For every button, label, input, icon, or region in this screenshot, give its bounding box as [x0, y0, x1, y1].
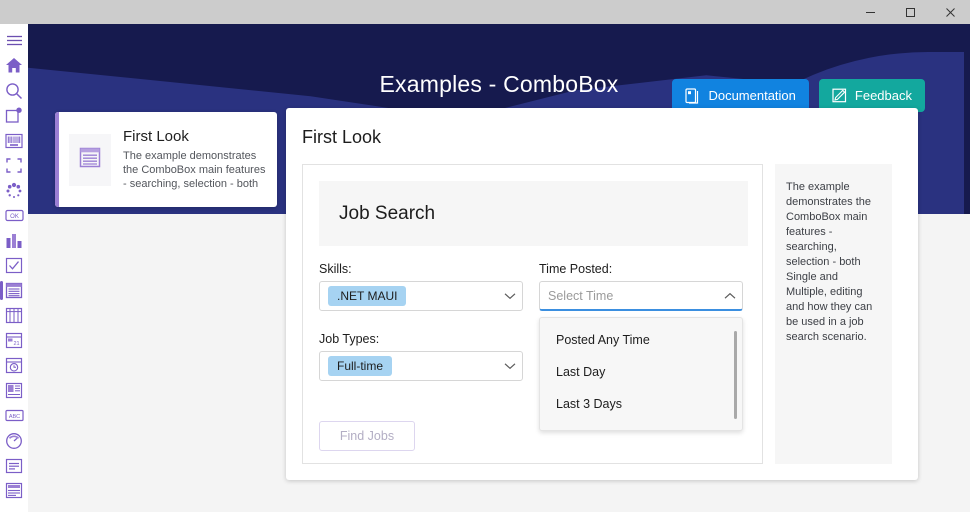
- time-posted-dropdown-popup[interactable]: Posted Any Time Last Day Last 3 Days: [539, 317, 743, 431]
- rail-item-calendar[interactable]: 21: [0, 328, 28, 353]
- example-thumbnail: [69, 133, 111, 186]
- rail-item-entry[interactable]: ABC: [0, 403, 28, 428]
- icon-rail-sidebar: OK 21 ABC: [0, 24, 28, 512]
- skills-selected-chip[interactable]: .NET MAUI: [328, 286, 407, 306]
- main-content-title: First Look: [302, 127, 382, 147]
- skills-label: Skills:: [319, 262, 352, 276]
- hamburger-menu-icon: [6, 34, 23, 47]
- maximize-button[interactable]: [890, 0, 930, 24]
- job-search-header: Job Search: [319, 181, 748, 246]
- title-bar: [0, 0, 970, 24]
- pencil-square-icon: [832, 88, 847, 103]
- rail-item-date-time-picker[interactable]: [0, 353, 28, 378]
- dropdown-option[interactable]: Last Day: [540, 356, 742, 388]
- rail-item-search[interactable]: [0, 78, 28, 103]
- rail-item-busy-indicator[interactable]: [0, 178, 28, 203]
- article-icon: [79, 147, 101, 173]
- example-description-panel: The example demonstrates the ComboBox ma…: [775, 164, 892, 464]
- svg-text:OK: OK: [10, 214, 19, 220]
- border-icon: [5, 157, 23, 174]
- rail-item-navigation-drawer[interactable]: [0, 478, 28, 503]
- rail-item-badge[interactable]: [0, 103, 28, 128]
- page-body: Examples - ComboBox Documentation Feedba…: [28, 24, 970, 512]
- rail-item-home[interactable]: [0, 53, 28, 78]
- example-title: First Look: [123, 128, 189, 145]
- home-icon: [5, 57, 23, 74]
- svg-text:21: 21: [13, 341, 19, 347]
- rail-item-barcode[interactable]: [0, 128, 28, 153]
- combobox-icon: [5, 282, 23, 299]
- dock-layout-icon: [5, 382, 23, 399]
- rail-item-checkbox[interactable]: [0, 253, 28, 278]
- badge-icon: [5, 107, 23, 124]
- rail-item-border[interactable]: [0, 153, 28, 178]
- busy-indicator-icon: [5, 182, 23, 200]
- find-jobs-button[interactable]: Find Jobs: [319, 421, 415, 451]
- job-search-heading: Job Search: [339, 202, 436, 224]
- rail-item-button[interactable]: OK: [0, 203, 28, 228]
- time-posted-input[interactable]: Select Time: [548, 289, 613, 303]
- search-icon: [5, 82, 23, 100]
- button-icon: OK: [4, 209, 24, 222]
- rail-item-datagrid[interactable]: [0, 303, 28, 328]
- job-types-label: Job Types:: [319, 332, 380, 346]
- dropdown-option[interactable]: Posted Any Time: [540, 324, 742, 356]
- chevron-down-icon[interactable]: [504, 292, 516, 300]
- documentation-button-label: Documentation: [708, 88, 796, 103]
- date-time-picker-icon: [5, 357, 23, 374]
- chart-icon: [5, 233, 23, 249]
- example-list-item-first-look[interactable]: First Look The example demonstrates the …: [55, 112, 277, 207]
- dropdown-option[interactable]: Last 3 Days: [540, 388, 742, 420]
- svg-text:ABC: ABC: [8, 414, 19, 420]
- rail-item-gauge[interactable]: [0, 428, 28, 453]
- main-content-card: First Look Job Search Skills: .NET MAUI: [286, 108, 918, 480]
- gauge-icon: [5, 432, 23, 450]
- time-posted-combobox[interactable]: Select Time: [539, 281, 743, 311]
- example-description: The example demonstrates the ComboBox ma…: [123, 150, 266, 190]
- dropdown-scrollbar[interactable]: [734, 331, 737, 419]
- rail-item-chart[interactable]: [0, 228, 28, 253]
- minimize-button[interactable]: [850, 0, 890, 24]
- skills-combobox[interactable]: .NET MAUI: [319, 281, 523, 311]
- demo-panel: Job Search Skills: .NET MAUI Job Types: …: [302, 164, 763, 464]
- application-window: OK 21 ABC Examples - ComboBox Documentat…: [0, 0, 970, 512]
- barcode-icon: [5, 133, 23, 149]
- feedback-button-label: Feedback: [854, 88, 912, 103]
- rail-item-combobox[interactable]: [0, 278, 28, 303]
- checkbox-icon: [5, 257, 23, 274]
- datagrid-icon: [5, 307, 23, 324]
- close-button[interactable]: [930, 0, 970, 24]
- rail-item-menu[interactable]: [0, 28, 28, 53]
- entry-icon: ABC: [4, 409, 24, 422]
- main-content-body: Job Search Skills: .NET MAUI Job Types: …: [302, 164, 892, 464]
- job-types-selected-chip[interactable]: Full-time: [328, 356, 393, 376]
- example-selected-indicator: [55, 112, 59, 207]
- calendar-icon: 21: [5, 332, 23, 349]
- listview-icon: [5, 458, 23, 474]
- chevron-down-icon[interactable]: [504, 362, 516, 370]
- chevron-up-icon[interactable]: [724, 292, 736, 300]
- example-text: First Look The example demonstrates the …: [123, 128, 277, 191]
- job-types-combobox[interactable]: Full-time: [319, 351, 523, 381]
- book-icon: [685, 87, 700, 104]
- rail-item-dock-layout[interactable]: [0, 378, 28, 403]
- time-posted-label: Time Posted:: [539, 262, 613, 276]
- rail-item-listview[interactable]: [0, 453, 28, 478]
- navigation-drawer-icon: [5, 482, 23, 499]
